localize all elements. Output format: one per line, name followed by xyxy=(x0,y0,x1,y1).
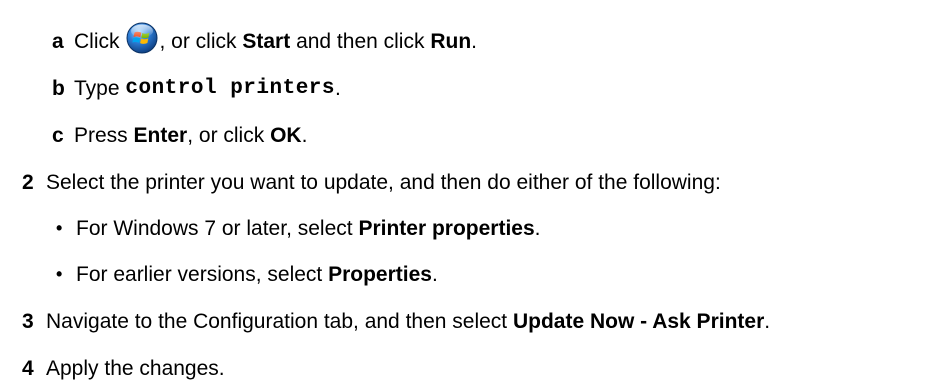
update-now-label: Update Now - Ask Printer xyxy=(512,309,765,333)
bullet-item-earlier: • For earlier versions, select Propertie… xyxy=(56,260,438,288)
bullet-2-end: . xyxy=(431,262,438,286)
step-number-4: 4 xyxy=(22,356,34,380)
bullet-1-end: . xyxy=(534,216,541,240)
bullet-icon: • xyxy=(56,264,63,284)
enter-key-label: Enter xyxy=(133,123,188,147)
step-4: 4 Apply the changes. xyxy=(22,354,225,382)
step-2-text: Select the printer you want to update, a… xyxy=(46,170,721,194)
substep-b-text2: . xyxy=(335,76,341,100)
step-2: 2 Select the printer you want to update,… xyxy=(22,168,721,196)
properties-label: Properties xyxy=(328,262,432,286)
substep-marker-a: a xyxy=(52,29,64,53)
step-3-text: Navigate to the Configuration tab, and t… xyxy=(46,309,508,333)
windows-start-orb-icon xyxy=(126,22,158,54)
step-3-end: . xyxy=(764,309,771,333)
bullet-item-windows7: • For Windows 7 or later, select Printer… xyxy=(56,214,541,242)
substep-a-text1: Click xyxy=(74,29,120,53)
substep-a-text4: . xyxy=(471,29,477,53)
substep-a: a Click , or click Start and then click … xyxy=(52,22,477,55)
printer-properties-label: Printer properties xyxy=(358,216,535,240)
run-label: Run xyxy=(430,29,472,53)
bullet-2-text: For earlier versions, select xyxy=(76,262,323,286)
substep-a-text2: , or click xyxy=(159,29,237,53)
substep-c-text3: . xyxy=(301,123,308,147)
substep-marker-b: b xyxy=(52,76,65,100)
substep-c-text1: Press xyxy=(74,123,128,147)
bullet-1-text: For Windows 7 or later, select xyxy=(76,216,353,240)
step-4-text: Apply the changes. xyxy=(46,356,225,380)
command-code: control printers xyxy=(125,76,336,100)
substep-a-text3: and then click xyxy=(296,29,425,53)
start-label: Start xyxy=(242,29,291,53)
substep-c-text2: , or click xyxy=(187,123,265,147)
bullet-icon: • xyxy=(56,218,63,238)
ok-label: OK xyxy=(270,123,302,147)
step-3: 3 Navigate to the Configuration tab, and… xyxy=(22,307,770,335)
substep-marker-c: c xyxy=(52,123,64,147)
substep-b-text1: Type xyxy=(74,76,120,100)
substep-b: b Type control printers. xyxy=(52,74,341,102)
step-number-3: 3 xyxy=(22,309,34,333)
substep-c: c Press Enter, or click OK. xyxy=(52,121,307,149)
step-number-2: 2 xyxy=(22,170,34,194)
